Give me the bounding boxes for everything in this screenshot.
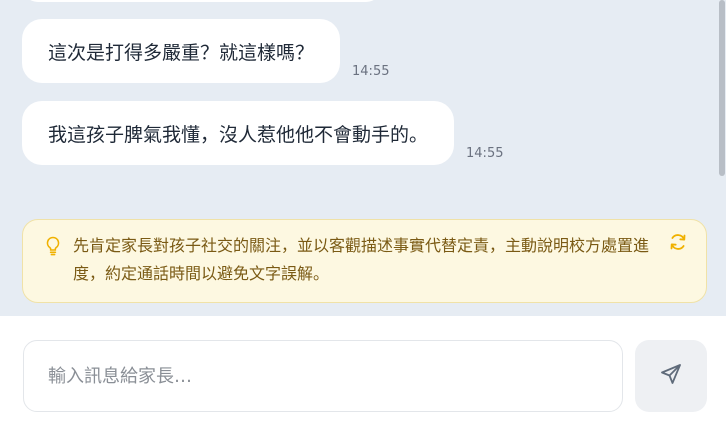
message-bubble: 我這孩子脾氣我懂，沒人惹他他不會動手的。	[22, 101, 455, 165]
message-time: 14:55	[466, 146, 504, 161]
send-button[interactable]	[635, 340, 707, 412]
message-composer	[23, 340, 623, 412]
ai-suggestion-card[interactable]: 先肯定家長對孩子社交的關注，並以客觀描述事實代替定責，主動說明校方處置進度，約定…	[22, 219, 707, 303]
message-time: 14:55	[352, 64, 390, 79]
suggestion-text: 先肯定家長對孩子社交的關注，並以客觀描述事實代替定責，主動說明校方處置進度，約定…	[73, 236, 650, 283]
refresh-icon[interactable]	[668, 232, 688, 252]
message-bubble: 這次是打得多嚴重？就這樣嗎？	[22, 19, 341, 83]
scrollbar-thumb[interactable]	[719, 0, 725, 176]
message-row: 我這孩子脾氣我懂，沒人惹他他不會動手的。 14:55	[22, 101, 503, 165]
chat-area: 這次是打得多嚴重？就這樣嗎？ 14:55 我這孩子脾氣我懂，沒人惹他他不會動手的…	[0, 0, 726, 316]
message-input[interactable]	[24, 341, 622, 411]
message-row: 這次是打得多嚴重？就這樣嗎？ 14:55	[22, 19, 389, 83]
lightbulb-icon	[45, 236, 61, 256]
message-bubble-partial	[22, 0, 382, 2]
send-icon	[659, 362, 683, 390]
scrollbar[interactable]	[718, 0, 726, 316]
